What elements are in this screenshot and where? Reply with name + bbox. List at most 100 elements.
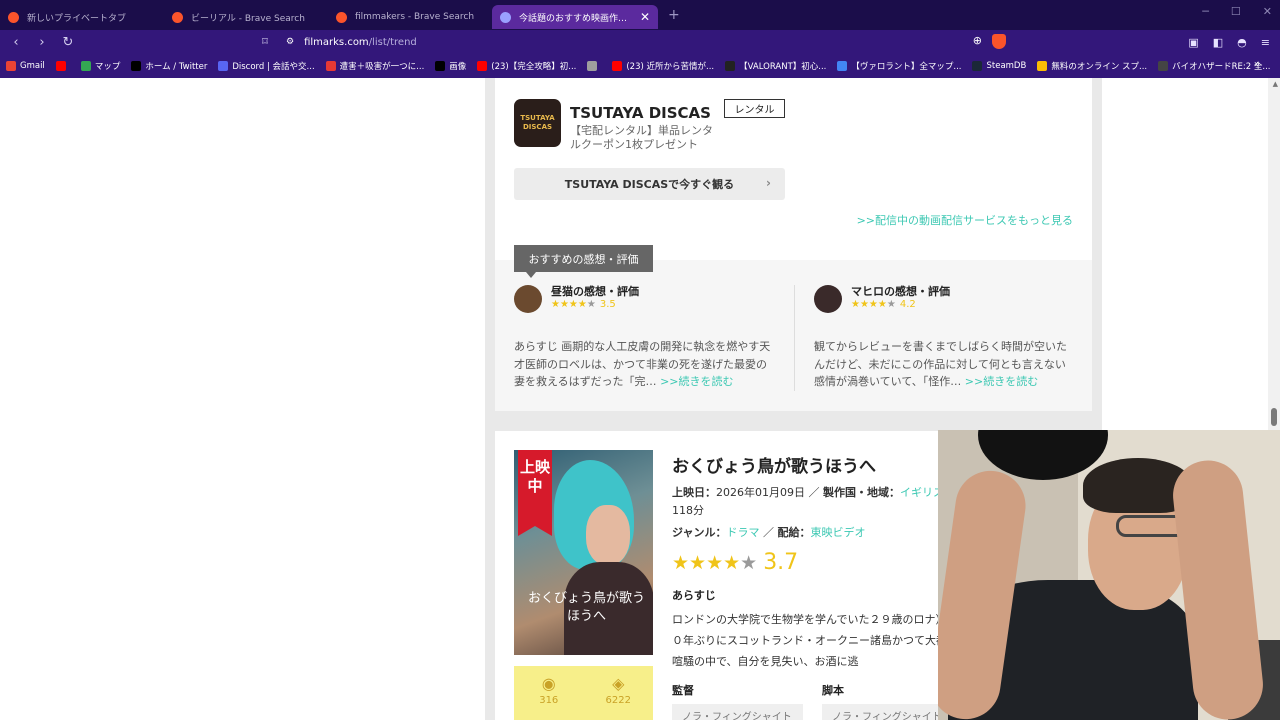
bookmark-item[interactable]: Gmail — [6, 61, 45, 71]
movie-rating: ★★★★★ 3.7 — [672, 550, 798, 575]
separator: ／ — [805, 486, 823, 499]
wallet-icon[interactable]: ▣ — [1188, 36, 1198, 49]
director-heading: 監督 — [672, 684, 694, 697]
tab-filmmakers-search[interactable]: filmmakers - Brave Search — [328, 5, 492, 29]
separator: ／ — [759, 526, 778, 539]
reload-icon[interactable]: ↻ — [58, 35, 78, 50]
tab-private[interactable]: 新しいプライベートタブ — [0, 5, 164, 29]
bookmark-item[interactable]: マップ — [80, 60, 120, 72]
back-icon[interactable]: ‹ — [6, 35, 26, 50]
bookmarks-overflow-icon[interactable]: » — [1254, 59, 1260, 70]
scroll-up-icon[interactable]: ▲ — [1273, 80, 1278, 88]
bookmark-item[interactable] — [55, 61, 70, 71]
bookmark-favicon-icon — [218, 61, 229, 71]
scrollbar-thumb[interactable] — [1271, 408, 1277, 426]
mark-count: 316 — [539, 695, 559, 706]
globe-icon — [500, 11, 511, 23]
bookmark-label: (23) 近所から苦情が... — [626, 62, 715, 72]
zoom-icon[interactable]: ⊕ — [973, 34, 982, 49]
bookmark-favicon-icon — [1037, 61, 1048, 71]
review-stars: ★★★★★ 4.2 — [851, 299, 916, 310]
bookmark-label: SteamDB — [986, 61, 1027, 71]
bookmark-favicon-icon — [587, 61, 598, 71]
genre-link[interactable]: ドラマ — [726, 526, 759, 539]
bookmark-icon[interactable]: ⌑ — [255, 35, 275, 48]
director-chip[interactable]: ノラ・フィングシャイト — [672, 704, 803, 720]
review-divider — [794, 285, 795, 391]
webcam-overlay — [938, 430, 1280, 720]
menu-icon[interactable]: ≡ — [1261, 36, 1270, 49]
distributor-link[interactable]: 東映ビデオ — [810, 526, 865, 539]
address-bar[interactable]: ⚙ filmarks.com /list/trend ⊕ — [286, 30, 1006, 54]
runtime: 118分 — [672, 504, 704, 517]
clip-count: 6222 — [605, 695, 631, 706]
bookmark-item[interactable]: 【VALORANT】初心... — [725, 60, 826, 72]
bookmark-item[interactable]: 【ヴァロラント】全マップ... — [837, 60, 961, 72]
bookmark-item[interactable]: (23)【完全攻略】初... — [477, 60, 576, 72]
maximize-icon[interactable]: ☐ — [1231, 5, 1241, 18]
bookmark-label: 【ヴァロラント】全マップ... — [851, 62, 962, 72]
bookmark-favicon-icon — [837, 61, 848, 71]
bookmark-favicon-icon — [612, 61, 623, 71]
tab-bereal-search[interactable]: ビーリアル - Brave Search — [164, 5, 328, 29]
more-services-link[interactable]: >>配信中の動画配信サービスをもっと見る — [857, 212, 1073, 228]
read-more-link[interactable]: >>続きを読む — [660, 375, 733, 388]
minimize-icon[interactable]: ─ — [1202, 5, 1209, 18]
tab-filmarks[interactable]: 今話題のおすすめ映画作品 | Filma ✕ — [492, 5, 658, 29]
bookmark-label: ホーム / Twitter — [145, 62, 208, 72]
service-description: 【宅配レンタル】単品レンタルクーポン1枚プレゼント — [570, 124, 713, 151]
watch-now-button[interactable]: TSUTAYA DISCASで今すぐ観る › — [514, 168, 785, 200]
clip-stat[interactable]: ◈ 6222 — [584, 666, 654, 720]
genre-label: ジャンル： — [672, 526, 727, 539]
bookmark-item[interactable]: Discord | 会話や交... — [218, 60, 315, 72]
forward-icon[interactable]: › — [32, 35, 52, 50]
reviewer-name[interactable]: 昼猫の感想・評価 — [551, 283, 639, 299]
rental-badge: レンタル — [724, 99, 785, 118]
avatar[interactable] — [514, 285, 542, 313]
distributor-label: 配給： — [777, 526, 811, 539]
bookmark-favicon-icon — [1158, 61, 1169, 71]
bookmark-favicon-icon — [6, 61, 16, 71]
bookmark-item[interactable]: ホーム / Twitter — [131, 60, 207, 72]
bookmark-item[interactable]: SteamDB — [972, 61, 1026, 71]
bookmark-item[interactable]: 画像 — [435, 60, 466, 72]
movie-title[interactable]: おくびょう鳥が歌うほうへ — [672, 452, 876, 477]
url-path: /list/trend — [368, 36, 417, 48]
bookmark-item[interactable]: 遭害＋吸害が一つに... — [325, 60, 424, 72]
bookmark-favicon-icon — [80, 61, 91, 71]
brave-shield-icon[interactable] — [992, 34, 1006, 49]
brave-search-icon — [336, 11, 347, 23]
stars-filled: ★★★★ — [551, 299, 587, 310]
bookmark-favicon-icon — [972, 61, 983, 71]
bookmark-label: 無料のオンライン スプ... — [1051, 62, 1148, 72]
genre-info: ジャンル：ドラマ ／ 配給：東映ビデオ — [672, 524, 865, 540]
bookmark-item[interactable] — [587, 61, 601, 71]
bookmark-item[interactable]: (23) 近所から苦情が... — [612, 60, 714, 72]
avatar[interactable] — [814, 285, 842, 313]
service-name[interactable]: TSUTAYA DISCAS — [570, 104, 711, 122]
site-info-icon[interactable]: ⚙ — [286, 37, 294, 47]
review-score: 3.5 — [599, 299, 616, 310]
bookmark-label: Gmail — [20, 61, 45, 71]
synopsis-heading: あらすじ — [672, 589, 716, 602]
close-tab-icon[interactable]: ✕ — [640, 10, 650, 24]
review-body: 観てからレビューを書くまでしばらく時間が空いたんだけど、未だにこの作品に対して何… — [814, 338, 1076, 391]
new-tab-button[interactable]: + — [668, 7, 680, 23]
read-more-link[interactable]: >>続きを読む — [965, 375, 1038, 388]
mark-stat[interactable]: ◉ 316 — [514, 666, 584, 720]
chevron-right-icon: › — [766, 176, 771, 190]
clip-icon: ◈ — [612, 674, 625, 693]
writer-chip[interactable]: ノラ・フィングシャイト — [822, 704, 953, 720]
nav-toolbar: ‹ › ↻ ⌑ ⚙ filmarks.com /list/trend ⊕ ▣ ◧… — [0, 30, 1280, 54]
recommended-reviews-tag: おすすめの感想・評価 — [514, 245, 653, 278]
private-mask-icon[interactable]: ◓ — [1237, 36, 1247, 49]
sidebar-icon[interactable]: ◧ — [1213, 36, 1223, 49]
tab-label: filmmakers - Brave Search — [355, 12, 475, 22]
review-score: 4.2 — [899, 299, 916, 310]
close-window-icon[interactable]: ✕ — [1263, 5, 1272, 18]
bookmark-favicon-icon — [131, 61, 142, 71]
bookmark-item[interactable]: 無料のオンライン スプ... — [1037, 60, 1147, 72]
reviewer-name[interactable]: マヒロの感想・評価 — [851, 283, 950, 299]
movie-poster[interactable]: おくびょう鳥が歌うほうへ 上映中 — [514, 450, 653, 655]
review-stars: ★★★★★ 3.5 — [551, 299, 616, 310]
